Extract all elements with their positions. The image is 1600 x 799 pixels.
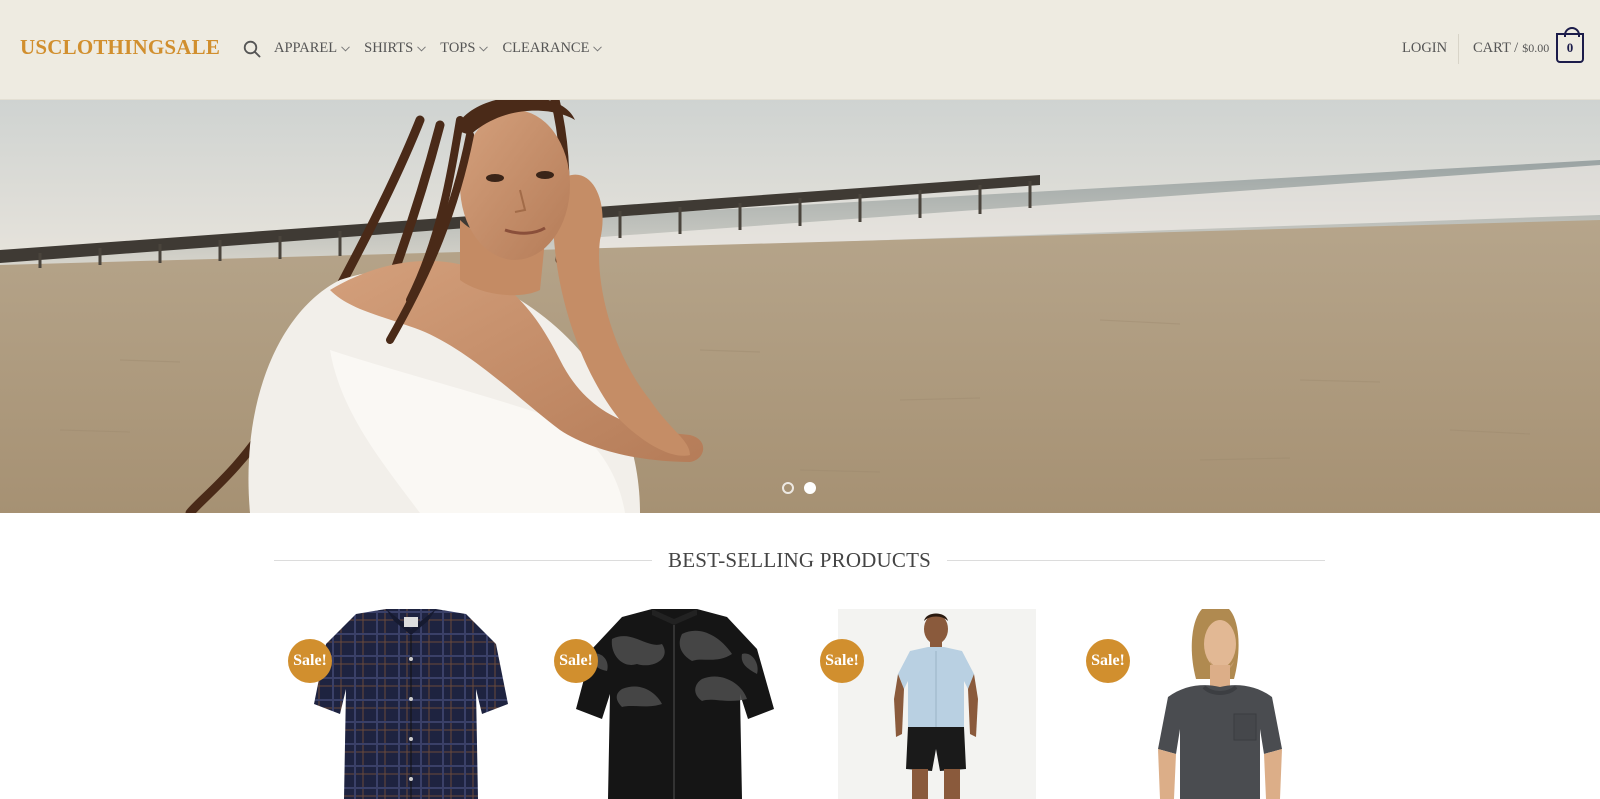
slider-dots (782, 482, 816, 494)
product-card[interactable]: Sale! (286, 609, 530, 799)
nav-item-label: CLEARANCE (502, 40, 590, 56)
chevron-down-icon (479, 46, 489, 52)
cart-bag-icon[interactable]: 0 (1556, 27, 1584, 63)
product-card[interactable]: Sale! (1084, 609, 1328, 799)
product-card[interactable]: Sale! (552, 609, 796, 799)
nav-item-shirts[interactable]: SHIRTS (364, 40, 427, 57)
cart-count: 0 (1566, 40, 1574, 55)
divider-line (947, 559, 1326, 561)
cart-link[interactable]: CART / $0.00 (1473, 40, 1549, 57)
chevron-down-icon (341, 46, 350, 52)
divider-line (274, 559, 652, 561)
nav-item-label: APPAREL (274, 40, 338, 56)
slider-dot-1[interactable] (782, 482, 794, 494)
slider-dot-2[interactable] (804, 482, 816, 494)
product-image-plaid-shirt[interactable] (286, 609, 530, 799)
chevron-down-icon (593, 46, 603, 52)
section-header: BEST-SELLING PRODUCTS (274, 545, 1326, 575)
nav-item-label: SHIRTS (364, 40, 414, 56)
section-title: BEST-SELLING PRODUCTS (667, 547, 932, 572)
nav-item-tops[interactable]: TOPS (440, 40, 489, 57)
sale-badge: Sale! (820, 639, 864, 683)
cart-label: CART / (1473, 40, 1519, 56)
sale-badge: Sale! (554, 639, 598, 683)
cart-total: $0.00 (1522, 41, 1550, 55)
nav-item-clearance[interactable]: CLEARANCE (502, 40, 603, 57)
nav-item-apparel[interactable]: APPAREL (274, 40, 350, 57)
search-icon[interactable] (243, 40, 261, 58)
sale-badge: Sale! (288, 639, 332, 683)
product-grid: Sale! Sale! Sale! Sale! (286, 609, 1326, 799)
chevron-down-icon (417, 46, 427, 52)
site-logo[interactable]: USCLOTHINGSALE (20, 35, 220, 60)
hero-slider[interactable] (0, 100, 1600, 513)
hero-image (0, 100, 1600, 513)
nav-item-label: TOPS (440, 40, 476, 56)
sale-badge: Sale! (1086, 639, 1130, 683)
login-link[interactable]: LOGIN (1402, 40, 1447, 57)
product-image-charcoal-tee-model[interactable] (1084, 609, 1328, 799)
site-header: USCLOTHINGSALE APPAREL SHIRTS TOPS CLEAR… (0, 0, 1600, 100)
product-image-blue-shirt-model[interactable] (818, 609, 1062, 799)
product-card[interactable]: Sale! (818, 609, 1062, 799)
header-divider (1458, 34, 1459, 64)
product-image-camo-jersey[interactable] (552, 609, 796, 799)
main-nav: APPAREL SHIRTS TOPS CLEARANCE (274, 40, 616, 57)
